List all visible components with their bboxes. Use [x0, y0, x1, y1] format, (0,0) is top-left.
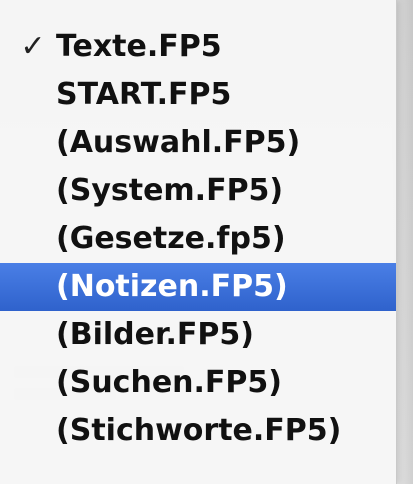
menu-item-label: (Gesetze.fp5) [56, 221, 286, 256]
menu-item-list: ✓ Texte.FP5 START.FP5 (Auswahl.FP5) (Sys… [0, 23, 396, 455]
checkmark-icon: ✓ [20, 29, 46, 64]
menu-item-label: (System.FP5) [56, 173, 284, 208]
menu-item-label: START.FP5 [56, 77, 232, 112]
menu-item-label: Texte.FP5 [56, 29, 222, 64]
menu-item-start[interactable]: START.FP5 [0, 71, 396, 119]
menu-item-label: (Auswahl.FP5) [56, 125, 301, 160]
menu-item-bilder[interactable]: (Bilder.FP5) [0, 311, 396, 359]
menu-item-texte[interactable]: ✓ Texte.FP5 [0, 23, 396, 71]
menu-item-suchen[interactable]: (Suchen.FP5) [0, 359, 396, 407]
menu-item-gesetze[interactable]: (Gesetze.fp5) [0, 215, 396, 263]
menu-item-auswahl[interactable]: (Auswahl.FP5) [0, 119, 396, 167]
menu-item-system[interactable]: (System.FP5) [0, 167, 396, 215]
menu-item-notizen[interactable]: (Notizen.FP5) [0, 263, 396, 311]
menu-item-stichworte[interactable]: (Stichworte.FP5) [0, 407, 396, 455]
menu-item-label: (Notizen.FP5) [56, 269, 288, 304]
menu-item-label: (Bilder.FP5) [56, 317, 254, 352]
menu-item-label: (Stichworte.FP5) [56, 413, 342, 448]
window-menu-dropdown: ✓ Texte.FP5 START.FP5 (Auswahl.FP5) (Sys… [0, 0, 397, 484]
menu-item-label: (Suchen.FP5) [56, 365, 282, 400]
